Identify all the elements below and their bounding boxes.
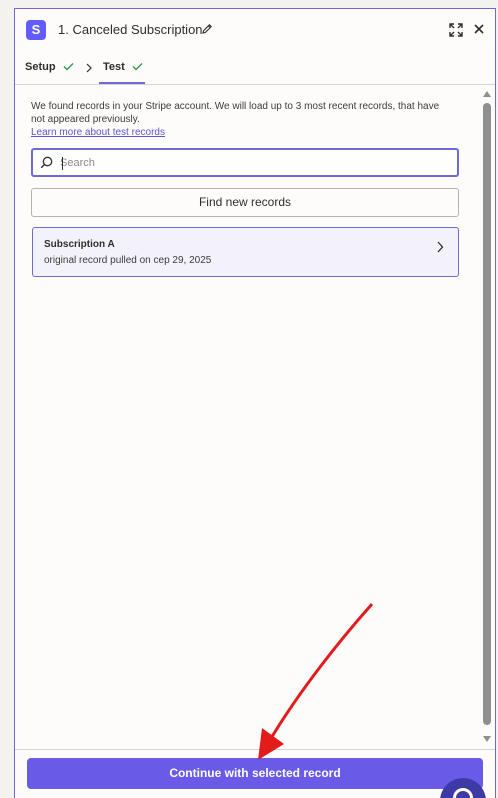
tab-test-label: Test bbox=[103, 61, 125, 73]
scrollbar-thumb[interactable] bbox=[483, 103, 491, 725]
pencil-icon[interactable] bbox=[201, 23, 213, 35]
continue-with-selected-record-button[interactable]: Continue with selected record bbox=[27, 758, 483, 789]
expand-icon[interactable] bbox=[449, 23, 463, 37]
search-icon bbox=[40, 156, 53, 169]
record-item[interactable]: Subscription A original record pulled on… bbox=[32, 227, 459, 277]
scroll-down-arrow-icon[interactable] bbox=[483, 736, 491, 742]
tab-setup[interactable]: Setup bbox=[25, 61, 74, 73]
step-panel: S 1. Canceled Subscription Setup Test We… bbox=[14, 8, 496, 798]
panel-header: S 1. Canceled Subscription bbox=[15, 9, 495, 51]
chevron-right-icon bbox=[437, 241, 444, 253]
scrollbar[interactable] bbox=[481, 89, 493, 749]
test-content: We found records in your Stripe account.… bbox=[15, 86, 485, 747]
step-title[interactable]: 1. Canceled Subscription bbox=[58, 22, 203, 37]
check-icon bbox=[63, 63, 74, 71]
step-tabs: Setup Test bbox=[15, 51, 495, 85]
intro-text: We found records in your Stripe account.… bbox=[31, 100, 451, 139]
check-icon bbox=[132, 63, 143, 71]
tab-setup-label: Setup bbox=[25, 61, 56, 73]
tab-test[interactable]: Test bbox=[103, 61, 143, 73]
intro-message: We found records in your Stripe account.… bbox=[31, 101, 440, 125]
chat-icon bbox=[453, 788, 473, 798]
search-input[interactable] bbox=[60, 154, 450, 172]
scroll-up-arrow-icon[interactable] bbox=[483, 91, 491, 97]
search-box[interactable] bbox=[31, 148, 459, 177]
record-subtitle: original record pulled on cep 29, 2025 bbox=[44, 255, 212, 266]
chevron-right-icon bbox=[86, 63, 92, 73]
text-cursor bbox=[62, 157, 63, 170]
record-title: Subscription A bbox=[44, 239, 115, 250]
close-icon[interactable] bbox=[473, 23, 485, 35]
learn-more-link[interactable]: Learn more about test records bbox=[31, 126, 451, 139]
panel-footer: Continue with selected record bbox=[15, 749, 495, 798]
find-new-records-button[interactable]: Find new records bbox=[31, 188, 459, 217]
stripe-app-icon: S bbox=[26, 20, 46, 40]
active-tab-indicator bbox=[99, 82, 145, 84]
